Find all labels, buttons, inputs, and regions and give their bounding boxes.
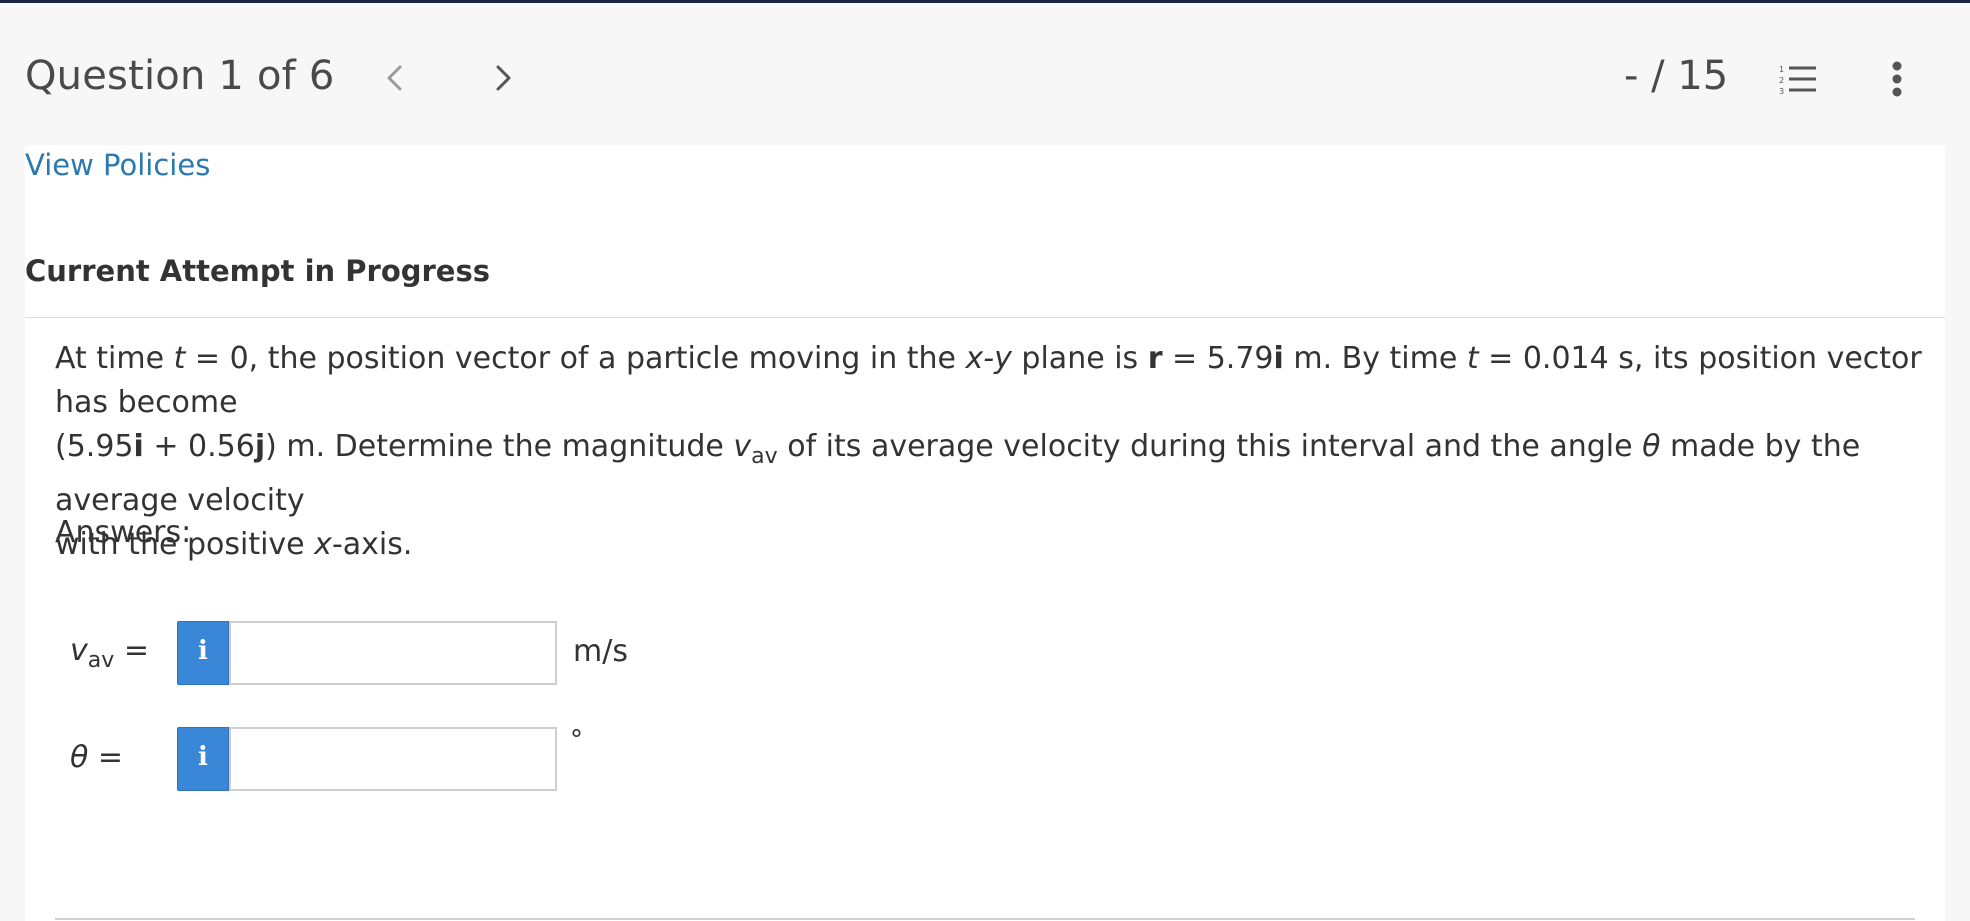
view-policies-link[interactable]: View Policies [25,148,210,182]
vav-info-button[interactable]: i [177,621,229,685]
svg-text:2: 2 [1779,76,1784,85]
more-vertical-icon [1892,61,1902,97]
info-icon: i [198,742,208,772]
more-options-button[interactable] [1884,59,1910,99]
question-header: Question 1 of 6 - / 15 1 2 3 [0,3,1970,145]
question-counter: Question 1 of 6 [25,53,335,99]
chevron-left-icon [387,65,402,91]
vav-answer-input[interactable] [229,621,557,685]
answers-label: Answers: [55,515,192,550]
theta-label: θ = [70,740,124,775]
question-list-button[interactable]: 1 2 3 [1779,63,1817,97]
svg-text:1: 1 [1779,65,1784,74]
chevron-right-icon [496,65,511,91]
numbered-list-icon: 1 2 3 [1779,65,1816,96]
theta-answer-input[interactable] [229,727,557,791]
question-text: At time t = 0, the position vector of a … [55,341,1922,562]
attempt-heading: Current Attempt in Progress [25,254,490,288]
vav-unit: m/s [573,634,628,669]
score-display: - / 15 [1624,53,1729,99]
section-divider [55,918,1915,920]
info-icon: i [198,636,208,666]
theta-unit: ° [570,725,583,755]
divider [25,317,1945,318]
theta-info-button[interactable]: i [177,727,229,791]
svg-text:3: 3 [1779,87,1784,96]
next-question-button[interactable] [488,61,518,95]
vav-label: vav = [70,633,149,673]
previous-question-button[interactable] [380,61,410,95]
